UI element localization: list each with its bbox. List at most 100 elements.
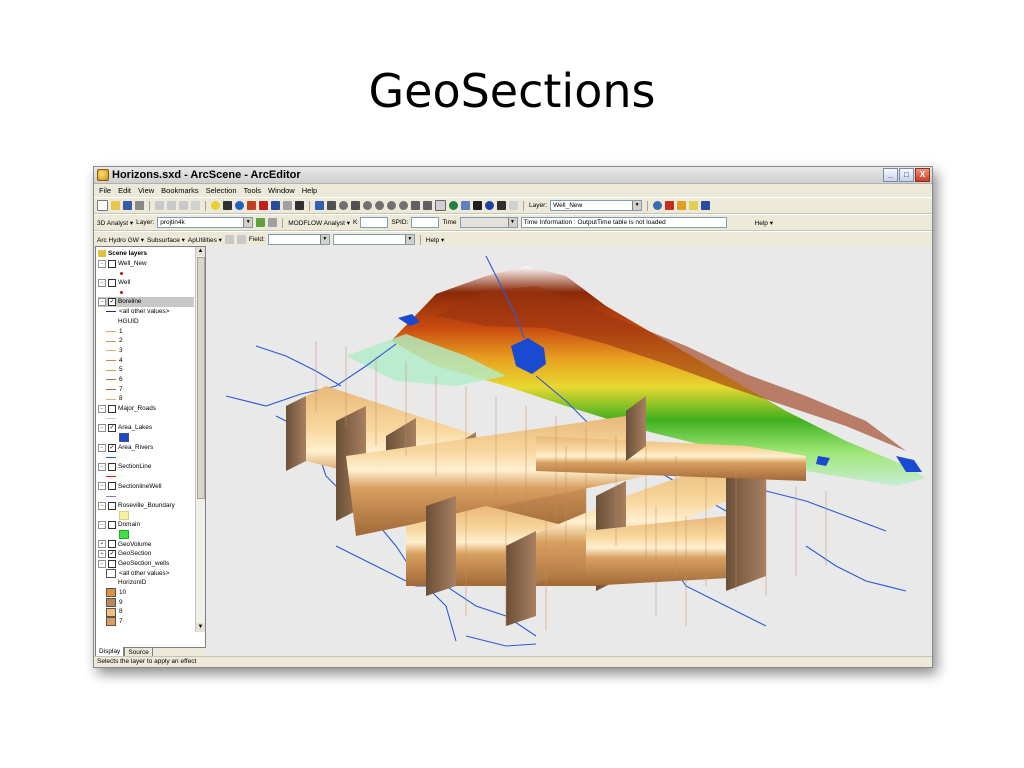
layer-checkbox[interactable]: ✓ xyxy=(108,424,116,433)
globe-view-icon[interactable] xyxy=(449,201,458,210)
time-select[interactable]: ▼ xyxy=(459,217,518,228)
interpolate-icon[interactable] xyxy=(256,218,266,227)
maximize-button[interactable]: □ xyxy=(899,168,914,182)
layer-major-roads[interactable]: − Major_Roads xyxy=(98,404,194,414)
layer-checkbox[interactable] xyxy=(108,278,116,287)
close-button[interactable]: X xyxy=(915,168,930,182)
pan-icon[interactable] xyxy=(435,200,446,211)
layer-area-lakes[interactable]: − ✓ Area_Lakes xyxy=(98,423,194,433)
delete-icon[interactable] xyxy=(191,201,200,210)
spid-spinner[interactable] xyxy=(411,217,440,228)
whats-this-icon[interactable] xyxy=(295,201,304,210)
warning-icon[interactable] xyxy=(236,235,246,244)
navigate-icon[interactable] xyxy=(315,201,324,210)
scene-view[interactable] xyxy=(206,246,932,657)
zoom-icon[interactable] xyxy=(339,201,348,210)
help-menu-2[interactable]: Help ▾ xyxy=(755,219,773,227)
tin-layer-select[interactable]: projtin4k ▼ xyxy=(157,217,254,228)
toc-scrollbar[interactable]: ▲ ▼ xyxy=(195,247,205,632)
layer-order-icon[interactable] xyxy=(665,201,675,210)
layer-checkbox[interactable] xyxy=(108,501,116,510)
new-icon[interactable] xyxy=(97,200,108,211)
measure-icon[interactable] xyxy=(509,201,518,210)
open-icon[interactable] xyxy=(111,201,120,210)
layer-boreline[interactable]: − ✓ Boreline xyxy=(98,297,194,308)
layer-domain[interactable]: − Domain xyxy=(98,520,194,530)
layer-checkbox[interactable]: ✓ xyxy=(108,443,116,452)
menu-file[interactable]: File xyxy=(99,186,111,195)
aputilities-menu[interactable]: ApUtilities ▾ xyxy=(188,236,222,244)
layer-geosection[interactable]: + ✓ GeoSection xyxy=(98,549,194,559)
scroll-down-icon[interactable]: ▼ xyxy=(196,623,205,632)
observer-icon[interactable] xyxy=(461,201,470,210)
subsurface-menu[interactable]: Subsurface ▾ xyxy=(147,236,185,244)
toc-root[interactable]: Scene layers xyxy=(98,249,194,259)
window-icon[interactable] xyxy=(271,201,280,210)
modflow-analyst-menu[interactable]: MODFLOW Analyst ▾ xyxy=(288,219,350,227)
title-bar[interactable]: Horizons.sxd - ArcScene - ArcEditor _ □ … xyxy=(94,167,932,184)
shading-icon[interactable] xyxy=(701,201,711,210)
menu-window[interactable]: Window xyxy=(268,186,295,195)
copy-icon[interactable] xyxy=(167,201,176,210)
layer-checkbox[interactable] xyxy=(108,559,116,568)
layer-sectionline[interactable]: − SectionLine xyxy=(98,462,194,472)
menu-selection[interactable]: Selection xyxy=(206,186,237,195)
layer-checkbox[interactable] xyxy=(108,482,116,491)
zoom-out2-icon[interactable] xyxy=(399,201,408,210)
transparency-icon[interactable] xyxy=(677,201,687,210)
fixed-extent-icon[interactable] xyxy=(423,201,432,210)
layer-checkbox[interactable] xyxy=(108,462,116,471)
3d-analyst-menu[interactable]: 3D Analyst ▾ xyxy=(97,219,133,227)
record-icon[interactable] xyxy=(259,201,268,210)
menu-help[interactable]: Help xyxy=(302,186,317,195)
minimize-button[interactable]: _ xyxy=(883,168,898,182)
select-icon[interactable] xyxy=(473,201,482,210)
geosection-3d-scene[interactable] xyxy=(206,246,932,657)
layer-checkbox[interactable] xyxy=(108,540,116,549)
layer-tool-icon[interactable] xyxy=(283,201,292,210)
print-icon[interactable] xyxy=(135,201,144,210)
identify-icon[interactable] xyxy=(485,201,494,210)
scroll-up-icon[interactable]: ▲ xyxy=(196,247,205,256)
zoom-in-icon[interactable] xyxy=(363,201,372,210)
animation-icon[interactable] xyxy=(247,201,256,210)
export-icon[interactable] xyxy=(223,201,232,210)
find-icon[interactable] xyxy=(497,201,506,210)
center-target-icon[interactable] xyxy=(351,201,360,210)
add-data-icon[interactable] xyxy=(211,201,220,210)
layer-geosection-wells[interactable]: − GeoSection_wells xyxy=(98,559,194,569)
layer-geovolume[interactable]: + GeoVolume xyxy=(98,540,194,550)
layer-checkbox[interactable] xyxy=(108,521,116,530)
lighting-icon[interactable] xyxy=(689,201,699,210)
layer-area-rivers[interactable]: − ✓ Area_Rivers xyxy=(98,443,194,453)
profile-icon[interactable] xyxy=(268,218,278,227)
paste-icon[interactable] xyxy=(179,201,188,210)
layer-checkbox[interactable] xyxy=(108,259,116,268)
menu-tools[interactable]: Tools xyxy=(244,186,262,195)
layer-checkbox[interactable]: ✓ xyxy=(108,298,116,307)
help-menu-3[interactable]: Help ▾ xyxy=(426,236,444,244)
layer-select[interactable]: Well_New ▼ xyxy=(550,200,643,211)
field-select[interactable]: ▼ xyxy=(267,234,330,245)
zoom-out-icon[interactable] xyxy=(375,201,384,210)
zoom-target-icon[interactable] xyxy=(387,201,396,210)
cut-icon[interactable] xyxy=(155,201,164,210)
layer-roseville-boundary[interactable]: − Roseville_Boundary xyxy=(98,501,194,511)
layer-checkbox[interactable] xyxy=(108,404,116,413)
layer-well-new[interactable]: − Well_New xyxy=(98,259,194,269)
value-select[interactable]: ▼ xyxy=(332,234,415,245)
layer-checkbox[interactable]: ✓ xyxy=(108,550,116,559)
save-icon[interactable] xyxy=(123,201,132,210)
tool-icon[interactable] xyxy=(224,235,234,244)
fly-icon[interactable] xyxy=(327,201,336,210)
layer-well[interactable]: − Well xyxy=(98,278,194,288)
arc-hydro-gw-menu[interactable]: Arc Hydro GW ▾ xyxy=(97,236,144,244)
scroll-thumb[interactable] xyxy=(197,257,205,499)
effects-icon[interactable] xyxy=(653,201,663,210)
globe-icon[interactable] xyxy=(235,201,244,210)
menu-view[interactable]: View xyxy=(138,186,154,195)
menu-edit[interactable]: Edit xyxy=(118,186,131,195)
full-extent-icon[interactable] xyxy=(411,201,420,210)
layer-sectionlinewell[interactable]: − SectionlineWell xyxy=(98,482,194,492)
menu-bookmarks[interactable]: Bookmarks xyxy=(161,186,199,195)
